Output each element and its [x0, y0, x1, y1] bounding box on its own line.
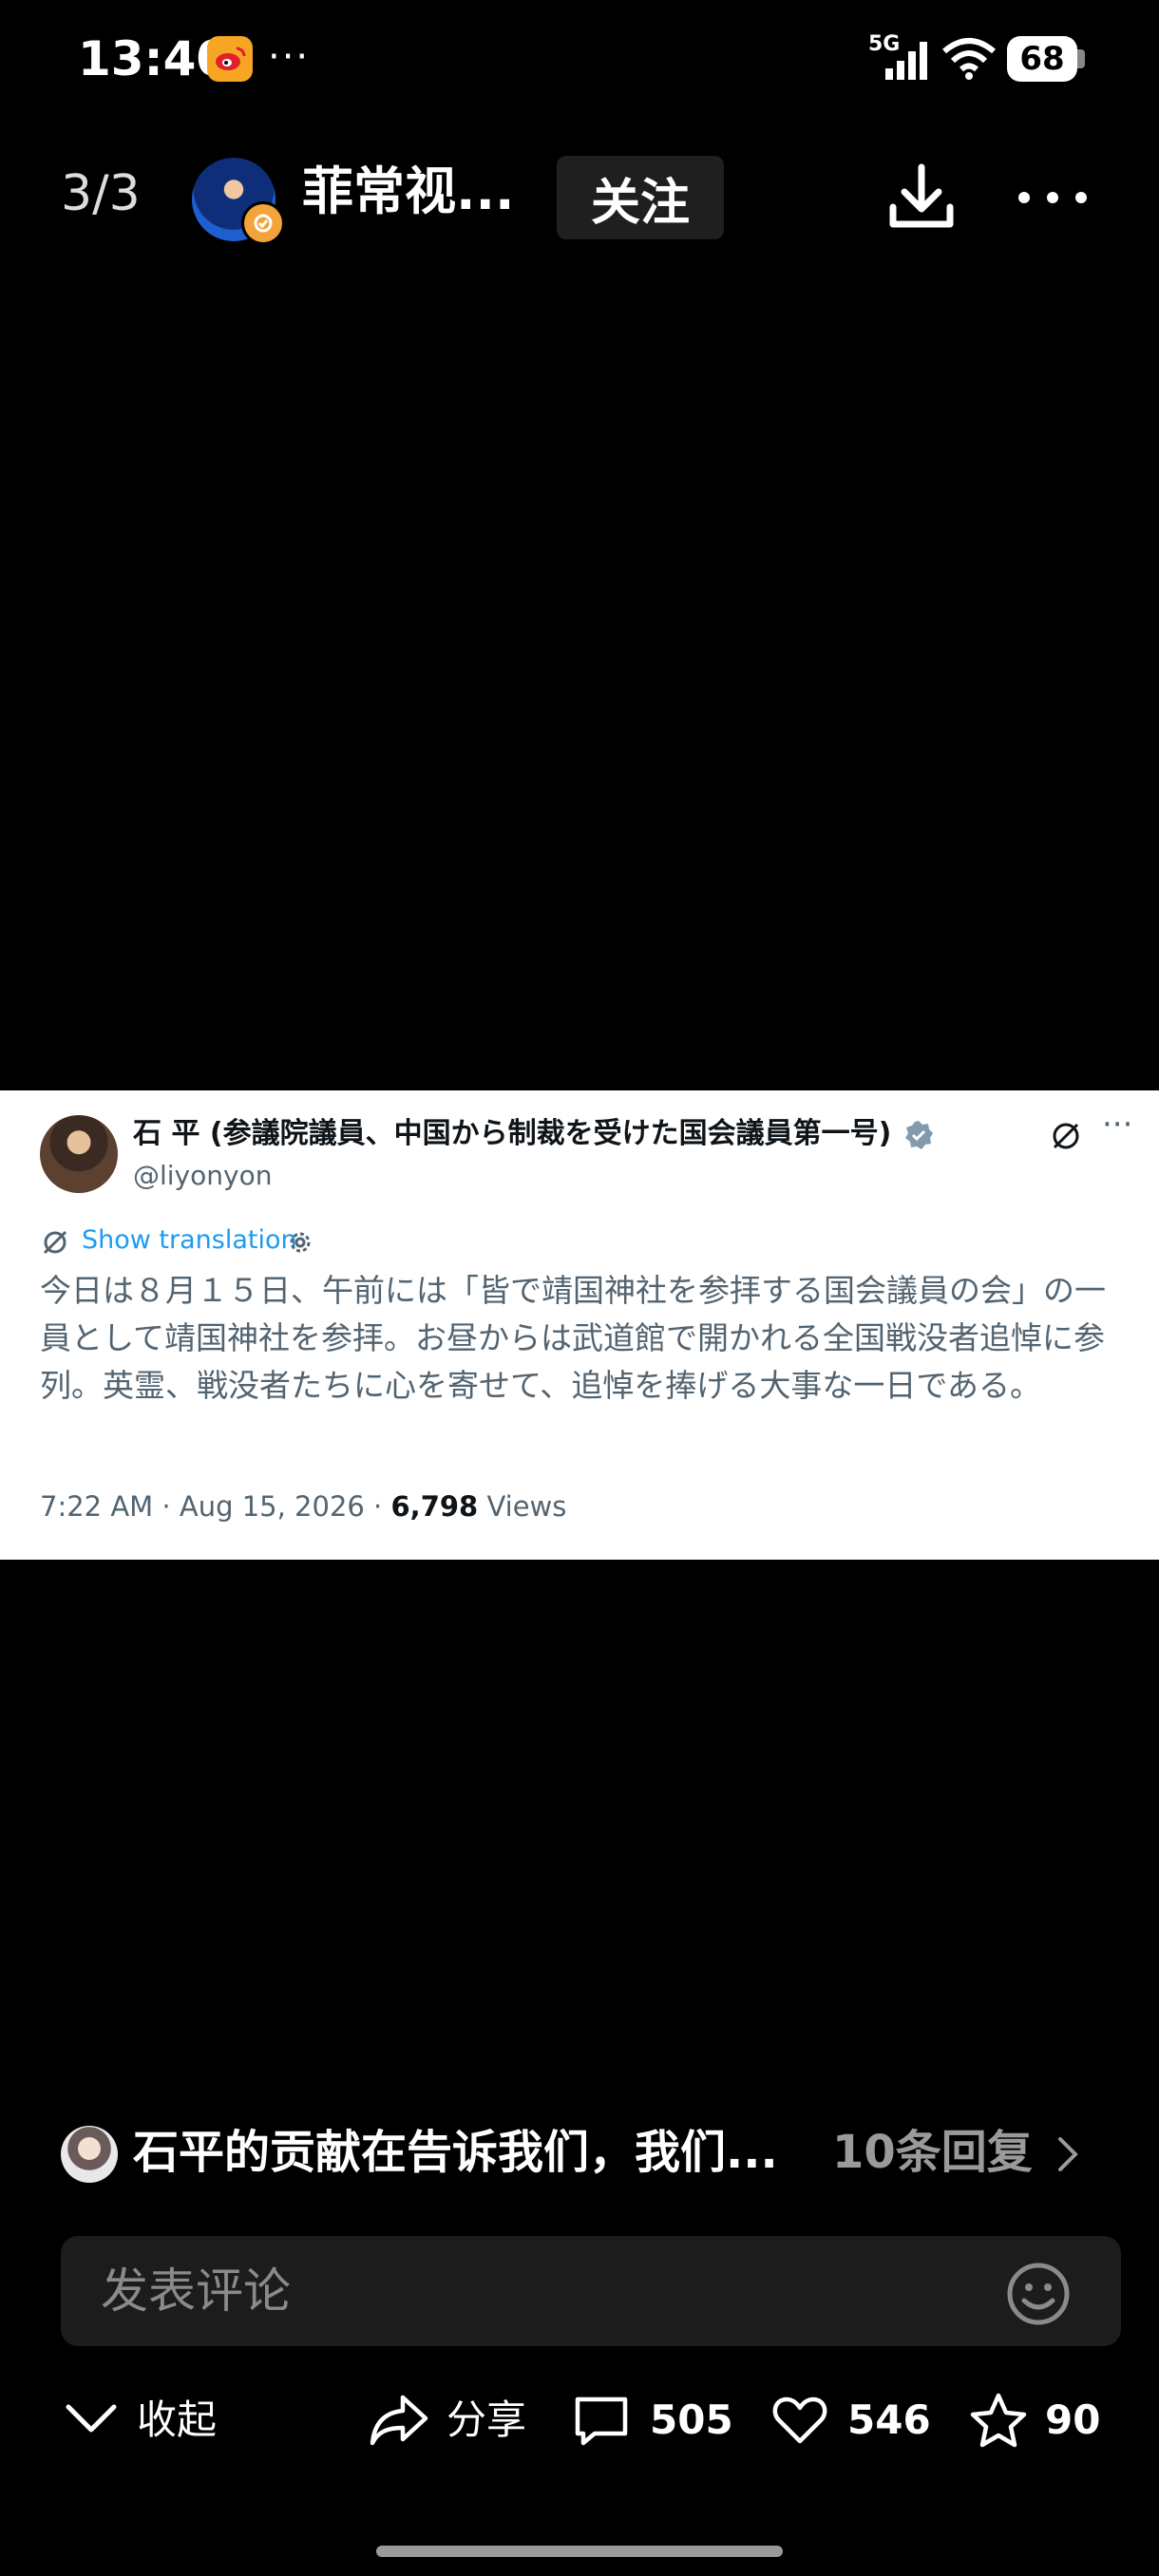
translate-icon	[1049, 1119, 1083, 1157]
show-translation-link: Show translation	[82, 1225, 297, 1255]
gear-icon	[287, 1229, 314, 1260]
download-icon[interactable]	[884, 160, 960, 239]
follow-button[interactable]: 关注	[557, 156, 724, 239]
tweet-views-label: Views	[478, 1490, 567, 1523]
tweet-views-count: 6,798	[390, 1490, 479, 1523]
wifi-icon	[940, 36, 998, 85]
share-button[interactable]: 分享	[446, 2394, 526, 2447]
tweet-timestamp: 7:22 AM · Aug 15, 2026 ·	[40, 1490, 391, 1523]
heart-icon[interactable]	[771, 2394, 828, 2451]
star-icon[interactable]	[969, 2392, 1028, 2453]
collapse-button[interactable]: 收起	[137, 2394, 217, 2447]
favorite-count[interactable]: 90	[1045, 2394, 1100, 2447]
page-counter: 3/3	[61, 165, 141, 222]
tweet-handle: @liyonyon	[133, 1160, 273, 1191]
comment-count[interactable]: 505	[650, 2394, 733, 2447]
status-more-dots: ···	[268, 35, 311, 79]
tweet-meta: 7:22 AM · Aug 15, 2026 · 6,798 Views	[40, 1487, 566, 1525]
tweet-avatar	[40, 1115, 118, 1193]
tweet-verified-icon	[902, 1119, 935, 1155]
comment-icon[interactable]	[572, 2394, 631, 2453]
top-comment-text[interactable]: 石平的贡献在告诉我们，我们...	[133, 2122, 778, 2183]
like-count[interactable]: 546	[847, 2394, 931, 2447]
chevron-right-icon[interactable]	[1056, 2135, 1079, 2177]
battery-tip	[1077, 49, 1085, 68]
tweet-display-name: 石 平 (参議院議員、中国から制裁を受けた国会議員第一号)	[133, 1117, 892, 1150]
tweet-screenshot[interactable]: 石 平 (参議院議員、中国から制裁を受けた国会議員第一号) ··· @liyon…	[0, 1090, 1159, 1560]
more-options-icon[interactable]	[1015, 179, 1091, 220]
battery-icon: 68	[1007, 36, 1077, 82]
author-name[interactable]: 菲常视...	[302, 161, 515, 222]
show-translation-icon	[40, 1227, 70, 1261]
comment-avatar[interactable]	[61, 2126, 118, 2183]
weibo-app-icon	[207, 36, 253, 82]
verified-badge-icon	[241, 201, 285, 245]
signal-icon	[884, 40, 933, 85]
home-indicator[interactable]	[376, 2546, 783, 2557]
chevron-down-icon[interactable]	[65, 2399, 118, 2441]
tweet-more-icon: ···	[1102, 1106, 1133, 1144]
comment-input-placeholder: 发表评论	[101, 2263, 291, 2319]
reply-count-link[interactable]: 10条回复	[832, 2122, 1033, 2183]
emoji-icon[interactable]	[1005, 2261, 1072, 2331]
share-icon[interactable]	[369, 2392, 429, 2453]
tweet-text: 今日は８月１５日、午前には「皆で靖国神社を参拝する国会議員の会」の一員として靖国…	[40, 1272, 1106, 1404]
